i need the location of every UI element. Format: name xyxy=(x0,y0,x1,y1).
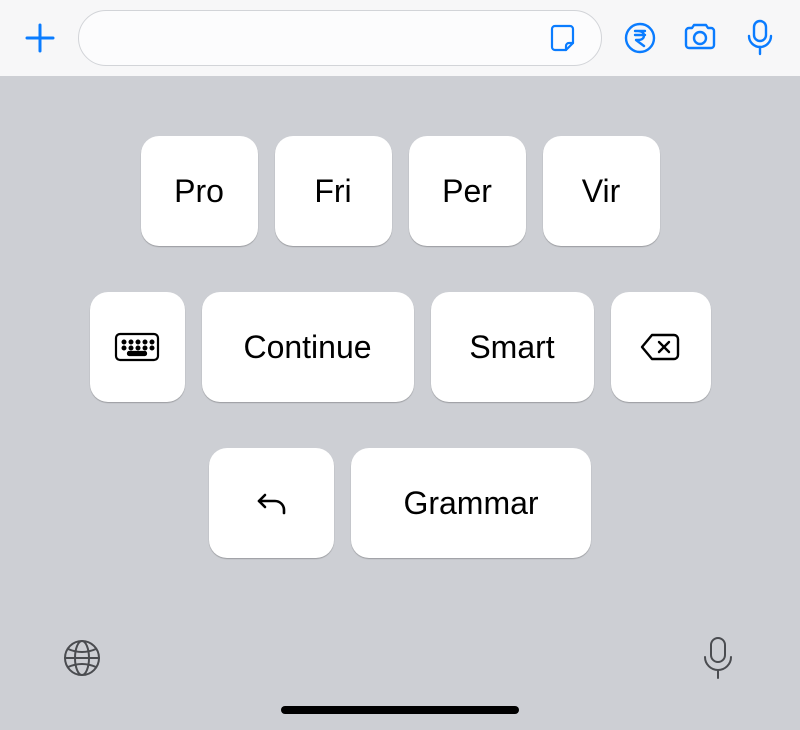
switch-keyboard-key[interactable] xyxy=(90,292,185,402)
camera-icon xyxy=(681,19,719,57)
continue-key[interactable]: Continue xyxy=(202,292,414,402)
home-indicator[interactable] xyxy=(281,706,519,714)
suggestion-key-1[interactable]: Fri xyxy=(275,136,392,246)
keyboard-panel: Pro Fri Per Vir Continue Smart xyxy=(0,76,800,730)
rupee-icon xyxy=(622,20,658,56)
keyboard-row-1: Pro Fri Per Vir xyxy=(0,136,800,246)
smart-key[interactable]: Smart xyxy=(431,292,594,402)
globe-button[interactable] xyxy=(60,636,104,680)
smart-key-label: Smart xyxy=(469,329,554,366)
suggestion-key-label: Per xyxy=(442,173,492,210)
backspace-icon xyxy=(639,330,683,364)
suggestion-key-2[interactable]: Per xyxy=(409,136,526,246)
suggestion-key-label: Vir xyxy=(582,173,621,210)
keyboard-row-3: Grammar xyxy=(0,448,800,558)
keyboard-icon xyxy=(114,330,160,364)
continue-key-label: Continue xyxy=(243,329,371,366)
camera-button[interactable] xyxy=(678,16,722,60)
plus-icon xyxy=(23,21,57,55)
suggestion-key-3[interactable]: Vir xyxy=(543,136,660,246)
suggestion-key-label: Pro xyxy=(174,173,224,210)
grammar-key[interactable]: Grammar xyxy=(351,448,591,558)
undo-key[interactable] xyxy=(209,448,334,558)
dictate-icon xyxy=(700,635,736,681)
mic-icon xyxy=(743,18,777,58)
suggestion-key-0[interactable]: Pro xyxy=(141,136,258,246)
payment-button[interactable] xyxy=(618,16,662,60)
globe-icon xyxy=(61,637,103,679)
sticker-button[interactable] xyxy=(543,16,587,60)
dictate-button[interactable] xyxy=(696,636,740,680)
sticker-icon xyxy=(549,22,581,54)
backspace-key[interactable] xyxy=(611,292,711,402)
keyboard-row-2: Continue Smart xyxy=(0,292,800,402)
chat-toolbar xyxy=(0,0,800,76)
message-input-container xyxy=(78,10,602,66)
voice-message-button[interactable] xyxy=(738,16,782,60)
suggestion-key-label: Fri xyxy=(314,173,351,210)
message-input[interactable] xyxy=(101,27,543,50)
add-button[interactable] xyxy=(18,16,62,60)
grammar-key-label: Grammar xyxy=(403,485,538,522)
undo-icon xyxy=(254,485,290,521)
